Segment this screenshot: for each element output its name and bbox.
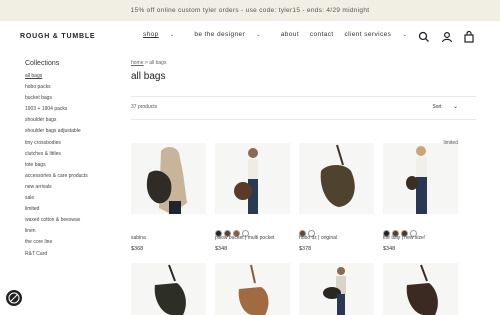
nav-shop[interactable]: shop ⌄ [143,31,184,38]
collection-toolbar: 37 products Sort ⌄ [131,96,476,120]
sidebar-item-shoulder-bags[interactable]: shoulder bags [25,115,120,126]
sidebar-item-shoulder-bags-adjustable[interactable]: shoulder bags adjustable [25,126,120,137]
nav-contact[interactable]: contact [310,31,334,38]
chevron-down-icon: ⌄ [169,32,175,38]
nav-client-services[interactable]: client services ⌄ [344,31,416,38]
sort-label: Sort [432,104,442,110]
sidebar-item-waxed-cotton[interactable]: waxed cotton & beeswax [25,215,120,226]
sidebar-item-all-bags[interactable]: all bags [25,71,120,82]
color-swatches [215,224,251,237]
header-icons [412,30,475,48]
product-price: $378 [299,246,312,252]
product-card[interactable] [215,263,290,315]
product-count: 37 products [131,104,158,110]
nav-be-the-designer[interactable]: be the designer ⌄ [194,31,270,38]
site-header: ROUGH & TUMBLE shop ⌄ be the designer ⌄ … [0,21,500,52]
product-card[interactable]: sabina $368 [131,143,206,252]
site-logo[interactable]: ROUGH & TUMBLE [20,33,95,40]
product-name[interactable]: pillow bucket | multi pocket [215,235,274,241]
search-icon[interactable] [418,30,430,42]
nav-about[interactable]: about [281,31,299,38]
sidebar-item-accessories[interactable]: accessories & care products [25,171,120,182]
product-image[interactable] [383,263,458,315]
product-name[interactable]: the tully | new size! [383,235,425,241]
nav-client-services-label: client services [344,31,392,38]
chevron-down-icon: ⌄ [256,32,261,38]
collections-sidebar: Collections all bags hobo packs bucket b… [25,60,120,260]
product-price: $348 [215,246,228,252]
color-swatches [383,224,419,237]
page-title: all bags [131,71,166,82]
sidebar-item-new-arrivals[interactable]: new arrivals [25,182,120,193]
product-card[interactable] [131,263,206,315]
accessibility-icon[interactable] [6,290,22,306]
breadcrumb-current: all bags [149,60,167,66]
sidebar-item-bucket-bags[interactable]: bucket bags [25,93,120,104]
breadcrumb-home[interactable]: home [131,60,144,66]
sidebar-title: Collections [25,60,60,67]
sort-dropdown[interactable]: Sort ⌄ [432,103,458,110]
sidebar-item-rt-card[interactable]: R&T Card [25,249,120,260]
breadcrumb-separator: > [144,60,148,66]
product-card[interactable]: limited the tully | new size! $348 [383,140,458,252]
cart-icon[interactable] [463,30,475,43]
product-card[interactable] [299,263,374,315]
collection-main: home > all bags all bags 37 products Sor… [131,60,476,315]
sidebar-item-tiny-crossbodies[interactable]: tiny crossbodies [25,138,120,149]
sidebar-item-limited[interactable]: limited [25,204,120,215]
breadcrumb: home > all bags [131,60,476,66]
product-image[interactable] [299,143,374,214]
promo-banner: 15% off online custom tyler orders - use… [0,0,500,21]
sidebar-item-1903-1904-packs[interactable]: 1903 + 1904 packs [25,104,120,115]
sidebar-item-clutches-littles[interactable]: clutches & littles [25,149,120,160]
product-price: $368 [131,246,144,252]
product-image[interactable] [299,263,374,315]
product-image[interactable] [215,143,290,214]
product-card[interactable]: hobo dz | original $378 [299,143,374,252]
product-image[interactable] [131,263,206,315]
chevron-down-icon: ⌄ [402,32,408,38]
nav-be-the-designer-label: be the designer [194,31,246,38]
nav-shop-label: shop [143,31,159,38]
chevron-down-icon: ⌄ [452,104,458,110]
sidebar-item-tote-bags[interactable]: tote bags [25,160,120,171]
sidebar-item-core-line[interactable]: the core line [25,237,120,248]
product-price: $348 [383,246,396,252]
product-name[interactable]: hobo dz | original [299,235,337,241]
product-card[interactable] [383,263,458,315]
product-image[interactable] [131,143,206,214]
product-image[interactable] [215,263,290,315]
sidebar-item-hobo-packs[interactable]: hobo packs [25,82,120,93]
product-name[interactable]: sabina [131,235,146,241]
sidebar-item-sale[interactable]: sale [25,193,120,204]
account-icon[interactable] [441,30,453,43]
limited-badge: limited [443,140,458,146]
product-card[interactable]: pillow bucket | multi pocket $348 [215,143,290,252]
product-image[interactable] [383,143,458,214]
main-nav: shop ⌄ be the designer ⌄ about contact c… [143,31,425,38]
sidebar-item-linen[interactable]: linen [25,226,120,237]
color-swatches [299,224,317,237]
